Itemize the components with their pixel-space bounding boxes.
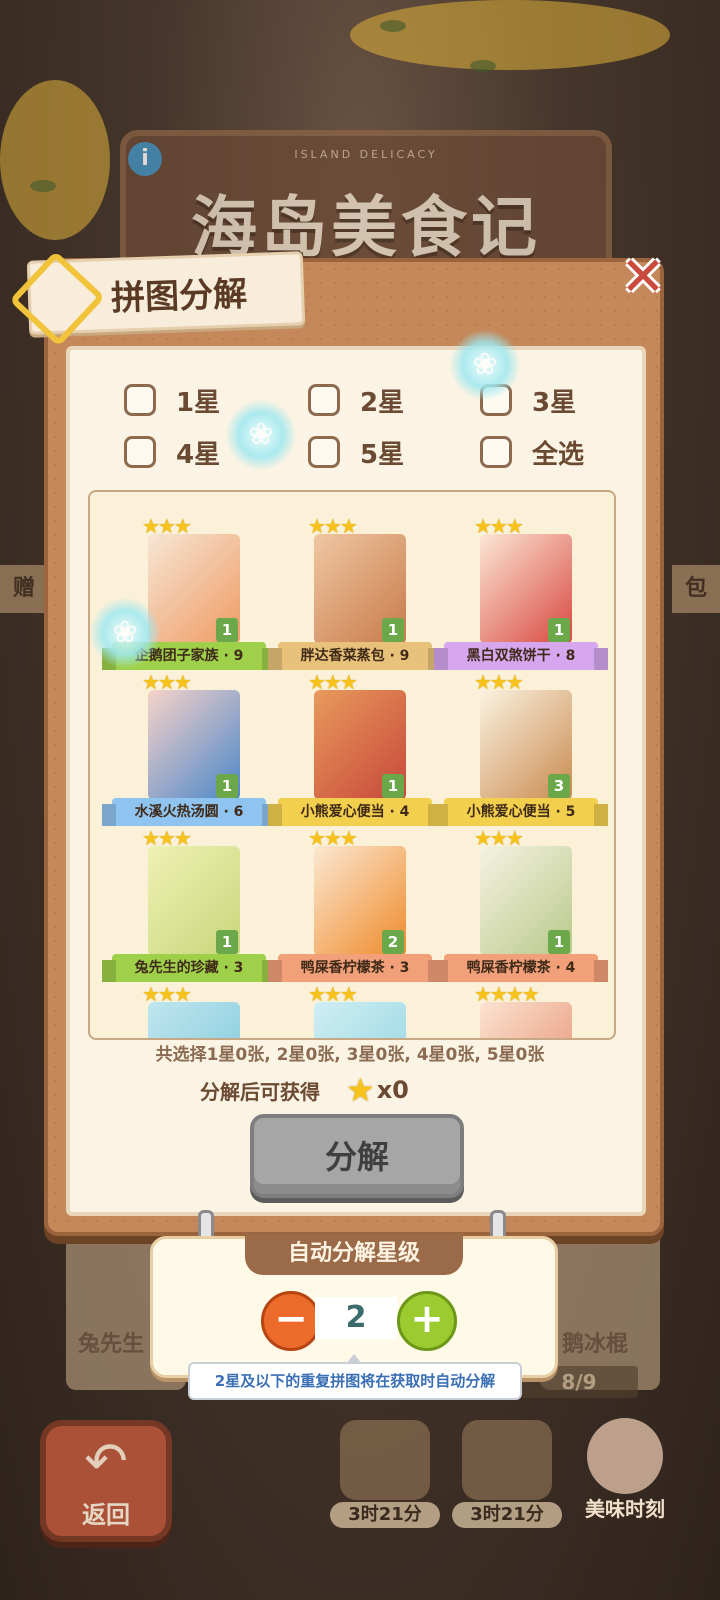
puzzle-art — [314, 1002, 406, 1038]
count-badge: 1 — [548, 930, 570, 954]
reward-label: 分解后可获得 — [200, 1079, 320, 1104]
close-icon: ✕ — [620, 245, 666, 308]
modal-title-tag: 拼图分解 — [9, 250, 306, 347]
card-name-ribbon: 鸭屎香柠檬茶 · 4 — [444, 954, 598, 982]
meiwei-label: 美味时刻 — [585, 1497, 665, 1521]
bunny-icon — [340, 1420, 430, 1500]
paw-sparkle-icon: ❀ — [90, 598, 160, 668]
paw-icon: ❀ — [248, 417, 274, 452]
decompose-label: 分解 — [324, 1138, 389, 1176]
timer-item-2[interactable]: 3时21分 — [452, 1420, 562, 1530]
puzzle-card[interactable]: ★★★ 1 兔先生的珍藏 · 3 — [102, 826, 270, 982]
side-banner-right: 包 — [672, 565, 720, 613]
count-badge: 1 — [548, 618, 570, 642]
puzzle-art — [148, 1002, 240, 1038]
puzzle-card[interactable]: ★★★★ — [434, 982, 602, 1038]
background-card-right-label: 鹅冰棍 — [562, 1332, 629, 1357]
paw-icon: ❀ — [112, 615, 138, 650]
count-badge: 1 — [382, 618, 404, 642]
auto-decompose-title: 自动分解星级 — [245, 1233, 463, 1275]
hamster-cake-icon — [587, 1418, 663, 1494]
count-badge: 2 — [382, 930, 404, 954]
back-label: 返回 — [82, 1501, 130, 1529]
filter-label: 4星 — [176, 439, 221, 470]
leaf-decoration — [470, 60, 496, 72]
info-icon[interactable]: i — [128, 142, 162, 176]
back-button[interactable]: ↶ 返回 — [40, 1420, 172, 1542]
timer-item-1[interactable]: 3时21分 — [330, 1420, 440, 1530]
count-badge: 1 — [216, 774, 238, 798]
paw-sparkle-icon: ❀ — [450, 330, 520, 400]
card-name-ribbon: 黑白双煞饼干 · 8 — [444, 642, 598, 670]
decompose-button[interactable]: 分解 — [250, 1114, 464, 1198]
count-badge: 1 — [216, 618, 238, 642]
card-name-ribbon: 鸭屎香柠檬茶 · 3 — [278, 954, 432, 982]
leaf-decoration — [30, 180, 56, 192]
increase-button[interactable]: + — [397, 1291, 457, 1351]
checkbox[interactable] — [308, 384, 340, 416]
puzzle-art — [480, 1002, 572, 1038]
puzzle-card[interactable]: ★★★ 1 鸭屎香柠檬茶 · 4 — [434, 826, 602, 982]
card-name-ribbon: 胖达香菜蒸包 · 9 — [278, 642, 432, 670]
checkbox[interactable] — [124, 384, 156, 416]
reward-count: x0 — [376, 1076, 409, 1104]
auto-decompose-note: 2星及以下的重复拼图将在获取时自动分解 — [188, 1362, 522, 1400]
filter-select-all[interactable]: 全选 — [480, 432, 584, 472]
puzzle-card[interactable]: ★★★ 2 鸭屎香柠檬茶 · 3 — [268, 826, 436, 982]
count-badge: 1 — [382, 774, 404, 798]
card-name-ribbon: 水溪火热汤圆 · 6 — [112, 798, 266, 826]
paw-sparkle-icon: ❀ — [226, 400, 296, 470]
timer-label: 3时21分 — [330, 1502, 440, 1528]
selection-summary: 共选择1星0张, 2星0张, 3星0张, 4星0张, 5星0张 — [155, 1045, 545, 1065]
close-button[interactable]: ✕ — [614, 248, 672, 306]
background-card-left-label: 兔先生 — [78, 1332, 145, 1357]
puzzle-card[interactable]: ★★★ — [102, 982, 270, 1038]
blossom-decoration — [0, 80, 110, 240]
star-filter-group: 1星 2星 3星 4星 5星 全选 — [120, 378, 600, 478]
back-arrow-icon: ↶ — [84, 1432, 128, 1492]
filter-label: 全选 — [532, 439, 585, 470]
checkbox[interactable] — [308, 436, 340, 468]
filter-label: 1星 — [176, 387, 221, 418]
puzzle-card[interactable]: ★★★ 1 小熊爱心便当 · 4 — [268, 670, 436, 826]
count-badge: 1 — [216, 930, 238, 954]
star-icon: ★ — [346, 1071, 375, 1109]
blossom-decoration — [350, 0, 670, 70]
game-subtitle: ISLAND DELICACY — [294, 148, 438, 161]
puzzle-card[interactable]: ★★★ 3 小熊爱心便当 · 5 — [434, 670, 602, 826]
filter-4-star[interactable]: 4星 — [124, 432, 220, 472]
filter-label: 5星 — [360, 439, 405, 470]
card-name-ribbon: 小熊爱心便当 · 4 — [278, 798, 432, 826]
timer-label: 3时21分 — [452, 1502, 562, 1528]
star-level-value: 2 — [315, 1297, 397, 1339]
count-badge: 3 — [548, 774, 570, 798]
filter-label: 3星 — [532, 387, 577, 418]
paw-icon: ❀ — [472, 347, 498, 382]
filter-1-star[interactable]: 1星 — [124, 380, 220, 420]
puzzle-card[interactable]: ★★★ 1 胖达香菜蒸包 · 9 — [268, 514, 436, 670]
filter-2-star[interactable]: 2星 — [308, 380, 404, 420]
puzzle-grid: ★★★ 1 企鹅团子家族 · 9 ★★★ 1 胖达香菜蒸包 · 9 ★★★ 1 … — [88, 490, 616, 1040]
meiwei-moment-button[interactable]: 美味时刻 — [575, 1418, 675, 1528]
dessert-icon — [462, 1420, 552, 1500]
decrease-button[interactable]: − — [261, 1291, 321, 1351]
checkbox[interactable] — [480, 436, 512, 468]
filter-label: 2星 — [360, 387, 405, 418]
checkbox[interactable] — [124, 436, 156, 468]
puzzle-card[interactable]: ★★★ 1 水溪火热汤圆 · 6 — [102, 670, 270, 826]
filter-5-star[interactable]: 5星 — [308, 432, 404, 472]
puzzle-card[interactable]: ★★★ — [268, 982, 436, 1038]
card-name-ribbon: 小熊爱心便当 · 5 — [444, 798, 598, 826]
puzzle-card[interactable]: ★★★ 1 黑白双煞饼干 · 8 — [434, 514, 602, 670]
side-banner-left: 赠 — [0, 565, 48, 613]
card-name-ribbon: 兔先生的珍藏 · 3 — [112, 954, 266, 982]
reward-row: 分解后可获得 ★ x0 — [200, 1070, 409, 1110]
modal-title: 拼图分解 — [110, 274, 248, 319]
leaf-decoration — [380, 20, 406, 32]
